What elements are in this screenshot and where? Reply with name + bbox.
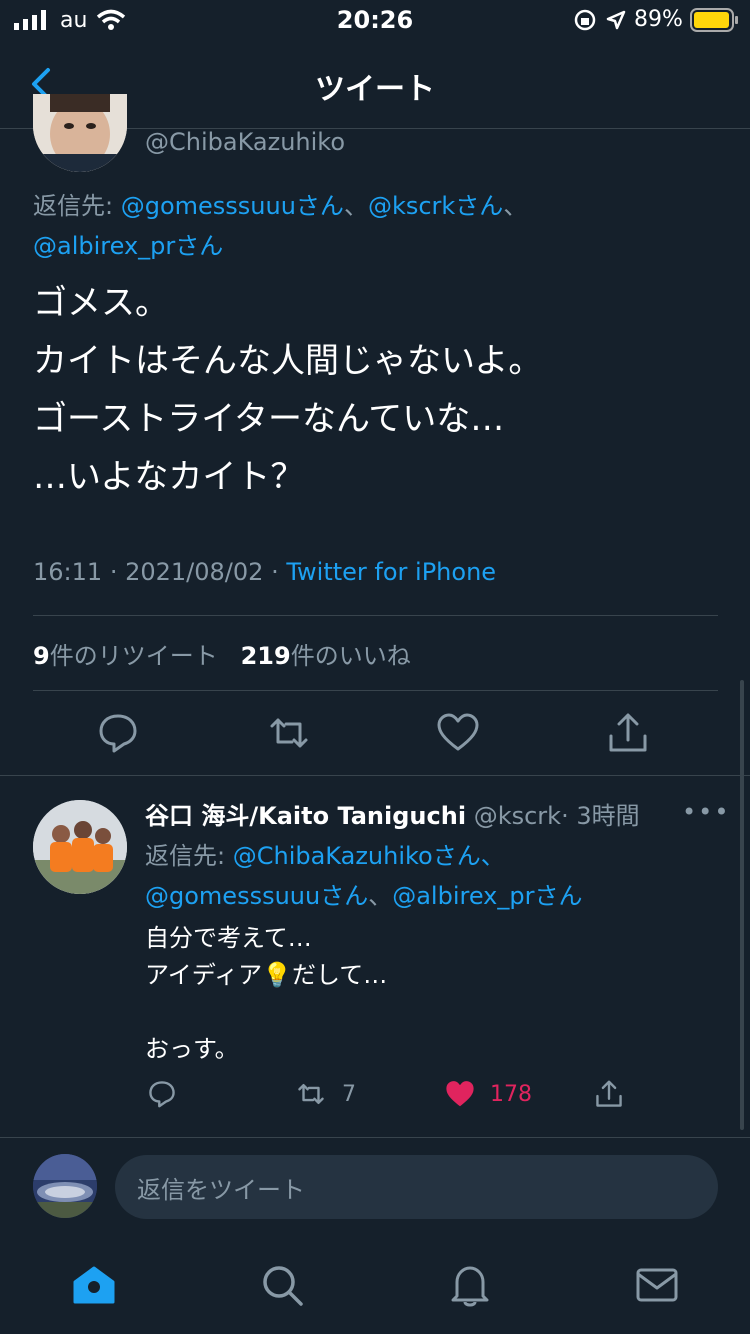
reply-to-line: 返信先: @ChibaKazuhikoさん、 @gomesssuuuさん、@alb… (145, 836, 705, 916)
tweet-meta: 16:11 · 2021/08/02 · Twitter for iPhone (33, 558, 496, 586)
mention-separator: 、 (503, 192, 528, 220)
avatar[interactable] (33, 94, 127, 172)
retweet-count: 7 (342, 1081, 356, 1107)
reply-to-line: 返信先: @gomesssuuuさん、@kscrkさん、 @albirex_prさ… (33, 186, 673, 266)
meta-separator: · (109, 558, 118, 586)
more-options-icon[interactable]: ••• (682, 798, 730, 826)
reply-prefix: 返信先: (145, 842, 233, 870)
retweets-stat[interactable]: 9件のリツイート (33, 642, 218, 670)
like-count: 178 (490, 1081, 532, 1107)
reply-action-retweet[interactable]: 7 (292, 1074, 356, 1114)
tweet-stats: 9件のリツイート 219件のいいね (33, 636, 411, 671)
tweet-text: ゴメス。 カイトはそんな人間じゃないよ。 ゴーストライターなんていな… …いよな… (33, 283, 543, 497)
battery-percent: 89% (634, 7, 683, 32)
divider (0, 1137, 750, 1138)
divider (33, 690, 718, 691)
likes-label: 件のいいね (290, 642, 411, 670)
reply-action-like[interactable]: 178 (442, 1074, 532, 1114)
reply-icon (149, 1081, 175, 1108)
battery-icon (690, 8, 738, 32)
reply-action-reply[interactable] (145, 1074, 179, 1114)
divider (0, 775, 750, 776)
location-icon (606, 10, 626, 30)
avatar-image (33, 94, 127, 172)
retweet-icon[interactable] (264, 708, 314, 758)
mention-separator: 、 (368, 882, 393, 910)
mention-link[interactable]: @gomesssuuuさん (145, 882, 368, 910)
reply-header: 谷口 海斗/Kaito Taniguchi @kscrk· 3時間 (145, 796, 640, 831)
avatar[interactable] (33, 800, 127, 894)
share-icon[interactable] (603, 708, 653, 758)
retweet-icon (298, 1083, 324, 1105)
reply-author-handle[interactable]: @kscrk (474, 802, 561, 830)
scrollbar[interactable] (740, 680, 744, 1130)
tweet-time: 16:11 (33, 558, 103, 586)
likes-count: 219 (240, 642, 291, 670)
retweets-count: 9 (33, 642, 50, 670)
likes-stat[interactable]: 219件のいいね (241, 642, 411, 670)
reply-icon[interactable] (93, 708, 143, 758)
home-icon[interactable] (71, 1262, 117, 1308)
reply-prefix: 返信先: (33, 192, 121, 220)
rotation-lock-icon (574, 9, 596, 31)
retweets-label: 件のリツイート (49, 642, 218, 670)
avatar-image (33, 800, 127, 894)
mention-link[interactable]: @kscrkさん (368, 192, 503, 220)
mention-link[interactable]: @albirex_prさん (33, 232, 223, 260)
heart-filled-icon (446, 1081, 474, 1107)
reply-time: · 3時間 (561, 802, 640, 830)
avatar-image (33, 1154, 97, 1218)
notifications-icon[interactable] (447, 1262, 493, 1308)
divider (33, 615, 718, 616)
like-icon[interactable] (433, 708, 483, 758)
avatar[interactable] (33, 1154, 97, 1218)
mention-separator: 、 (343, 192, 368, 220)
messages-icon[interactable] (634, 1262, 680, 1308)
reply-author-name[interactable]: 谷口 海斗/Kaito Taniguchi (145, 802, 466, 830)
tweet-handle[interactable]: @ChibaKazuhiko (145, 128, 345, 156)
share-icon (596, 1080, 622, 1107)
search-icon[interactable] (259, 1262, 305, 1308)
tweet-source-link[interactable]: Twitter for iPhone (286, 558, 496, 586)
reply-composer-placeholder: 返信をツイート (137, 1176, 305, 1204)
status-bar: au 20:26 89% (0, 0, 750, 40)
reply-action-share[interactable] (592, 1074, 626, 1114)
reply-text: 自分で考えて… アイディア💡だして… おっす。 (145, 924, 388, 1063)
mention-link[interactable]: @albirex_prさん (392, 882, 582, 910)
tweet-date: 2021/08/02 (125, 558, 264, 586)
mention-link[interactable]: @ChibaKazuhikoさん、 (233, 842, 505, 870)
meta-separator: · (271, 558, 279, 586)
mention-link[interactable]: @gomesssuuuさん (121, 192, 344, 220)
